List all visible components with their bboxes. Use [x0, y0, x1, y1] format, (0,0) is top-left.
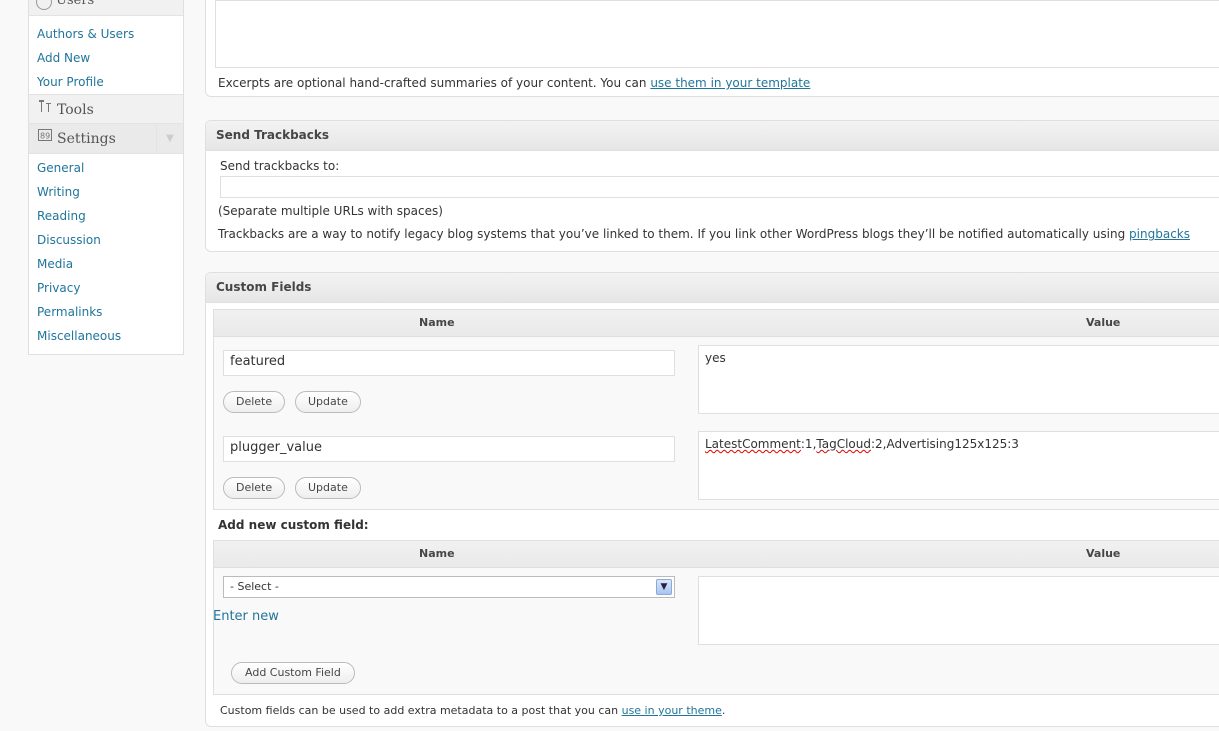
value-part: :2,Advertising125x125:3: [870, 437, 1019, 451]
sidebar-item-authors-users[interactable]: Authors & Users: [29, 22, 183, 46]
excerpt-help: Excerpts are optional hand-crafted summa…: [218, 76, 810, 90]
custom-field-value-textarea[interactable]: LatestComment:1,TagCloud:2,Advertising12…: [698, 431, 1219, 500]
update-button[interactable]: Update: [295, 477, 361, 499]
add-custom-field-table: Name Value - Select - ▼ Enter new Add Cu…: [213, 540, 1219, 695]
custom-field-name-input[interactable]: featured: [223, 350, 675, 376]
menu-tools[interactable]: Tools: [29, 94, 183, 124]
add-custom-field-button[interactable]: Add Custom Field: [231, 662, 355, 684]
delete-button[interactable]: Delete: [223, 477, 286, 499]
sidebar-item-media[interactable]: Media: [29, 252, 183, 276]
settings-icon: 89: [37, 124, 57, 154]
custom-fields-help: Custom fields can be used to add extra m…: [220, 704, 725, 717]
trackbacks-help: Trackbacks are a way to notify legacy bl…: [218, 227, 1190, 241]
custom-fields-list: Name Value featured Delete Update yes pl…: [213, 309, 1219, 510]
excerpt-panel: Excerpts are optional hand-crafted summa…: [205, 0, 1219, 97]
custom-field-key-select[interactable]: - Select - ▼: [223, 576, 675, 598]
custom-field-value-textarea[interactable]: yes: [698, 345, 1219, 414]
menu-users-header[interactable]: Users: [29, 0, 183, 16]
trackbacks-help-text: Trackbacks are a way to notify legacy bl…: [218, 227, 1130, 241]
sidebar-item-add-new[interactable]: Add New: [29, 46, 183, 70]
sidebar-item-reading[interactable]: Reading: [29, 204, 183, 228]
col-value-header: Value: [1086, 547, 1121, 560]
sidebar-item-writing[interactable]: Writing: [29, 180, 183, 204]
menu-settings[interactable]: 89 Settings ▼: [29, 124, 183, 154]
col-value-header: Value: [1086, 316, 1121, 329]
custom-fields-title: Custom Fields: [206, 273, 1219, 303]
enter-new-link[interactable]: Enter new: [213, 609, 279, 624]
custom-fields-help-link[interactable]: use in your theme: [622, 704, 722, 717]
trackbacks-panel: Send Trackbacks Send trackbacks to: (Sep…: [205, 120, 1219, 252]
new-custom-field-value-textarea[interactable]: [698, 576, 1219, 645]
trackbacks-help-link[interactable]: pingbacks: [1129, 227, 1190, 241]
chevron-down-icon: ▼: [656, 579, 672, 595]
select-value: - Select -: [230, 580, 279, 593]
menu-users-label: Users: [56, 0, 95, 8]
chevron-down-icon[interactable]: ▼: [156, 124, 183, 152]
col-name-header: Name: [419, 316, 455, 329]
sidebar-item-permalinks[interactable]: Permalinks: [29, 300, 183, 324]
sidebar-item-general[interactable]: General: [29, 156, 183, 180]
value-part: LatestComment: [705, 437, 801, 451]
trackbacks-hint: (Separate multiple URLs with spaces): [218, 204, 443, 218]
custom-fields-help-suffix: .: [721, 704, 726, 717]
sidebar-item-your-profile[interactable]: Your Profile: [29, 70, 183, 94]
value-part: TagCloud: [816, 437, 871, 451]
menu-tools-label: Tools: [57, 102, 94, 118]
update-button[interactable]: Update: [295, 391, 361, 413]
svg-text:89: 89: [40, 132, 50, 141]
trackbacks-input[interactable]: [220, 176, 1219, 198]
tools-icon: [37, 95, 57, 125]
users-icon: [36, 0, 52, 10]
col-name-header: Name: [419, 547, 455, 560]
add-new-custom-field-label: Add new custom field:: [218, 518, 369, 532]
admin-sidebar: Users Authors & Users Add New Your Profi…: [28, 0, 184, 355]
add-custom-field-header: Name Value: [214, 541, 1219, 568]
trackbacks-title: Send Trackbacks: [206, 121, 1219, 151]
sidebar-item-privacy[interactable]: Privacy: [29, 276, 183, 300]
sidebar-item-discussion[interactable]: Discussion: [29, 228, 183, 252]
delete-button[interactable]: Delete: [223, 391, 286, 413]
menu-settings-label: Settings: [57, 131, 116, 147]
excerpt-help-link[interactable]: use them in your template: [650, 76, 810, 90]
custom-fields-help-text: Custom fields can be used to add extra m…: [220, 704, 622, 717]
sidebar-item-miscellaneous[interactable]: Miscellaneous: [29, 324, 183, 348]
value-part: :1,: [800, 437, 817, 451]
excerpt-help-text: Excerpts are optional hand-crafted summa…: [218, 76, 651, 90]
custom-field-name-input[interactable]: plugger_value: [223, 436, 675, 462]
custom-fields-panel: Custom Fields Name Value featured Delete…: [205, 272, 1219, 727]
custom-fields-header: Name Value: [214, 310, 1219, 337]
trackbacks-label: Send trackbacks to:: [220, 159, 340, 173]
excerpt-textarea[interactable]: [215, 0, 1219, 68]
